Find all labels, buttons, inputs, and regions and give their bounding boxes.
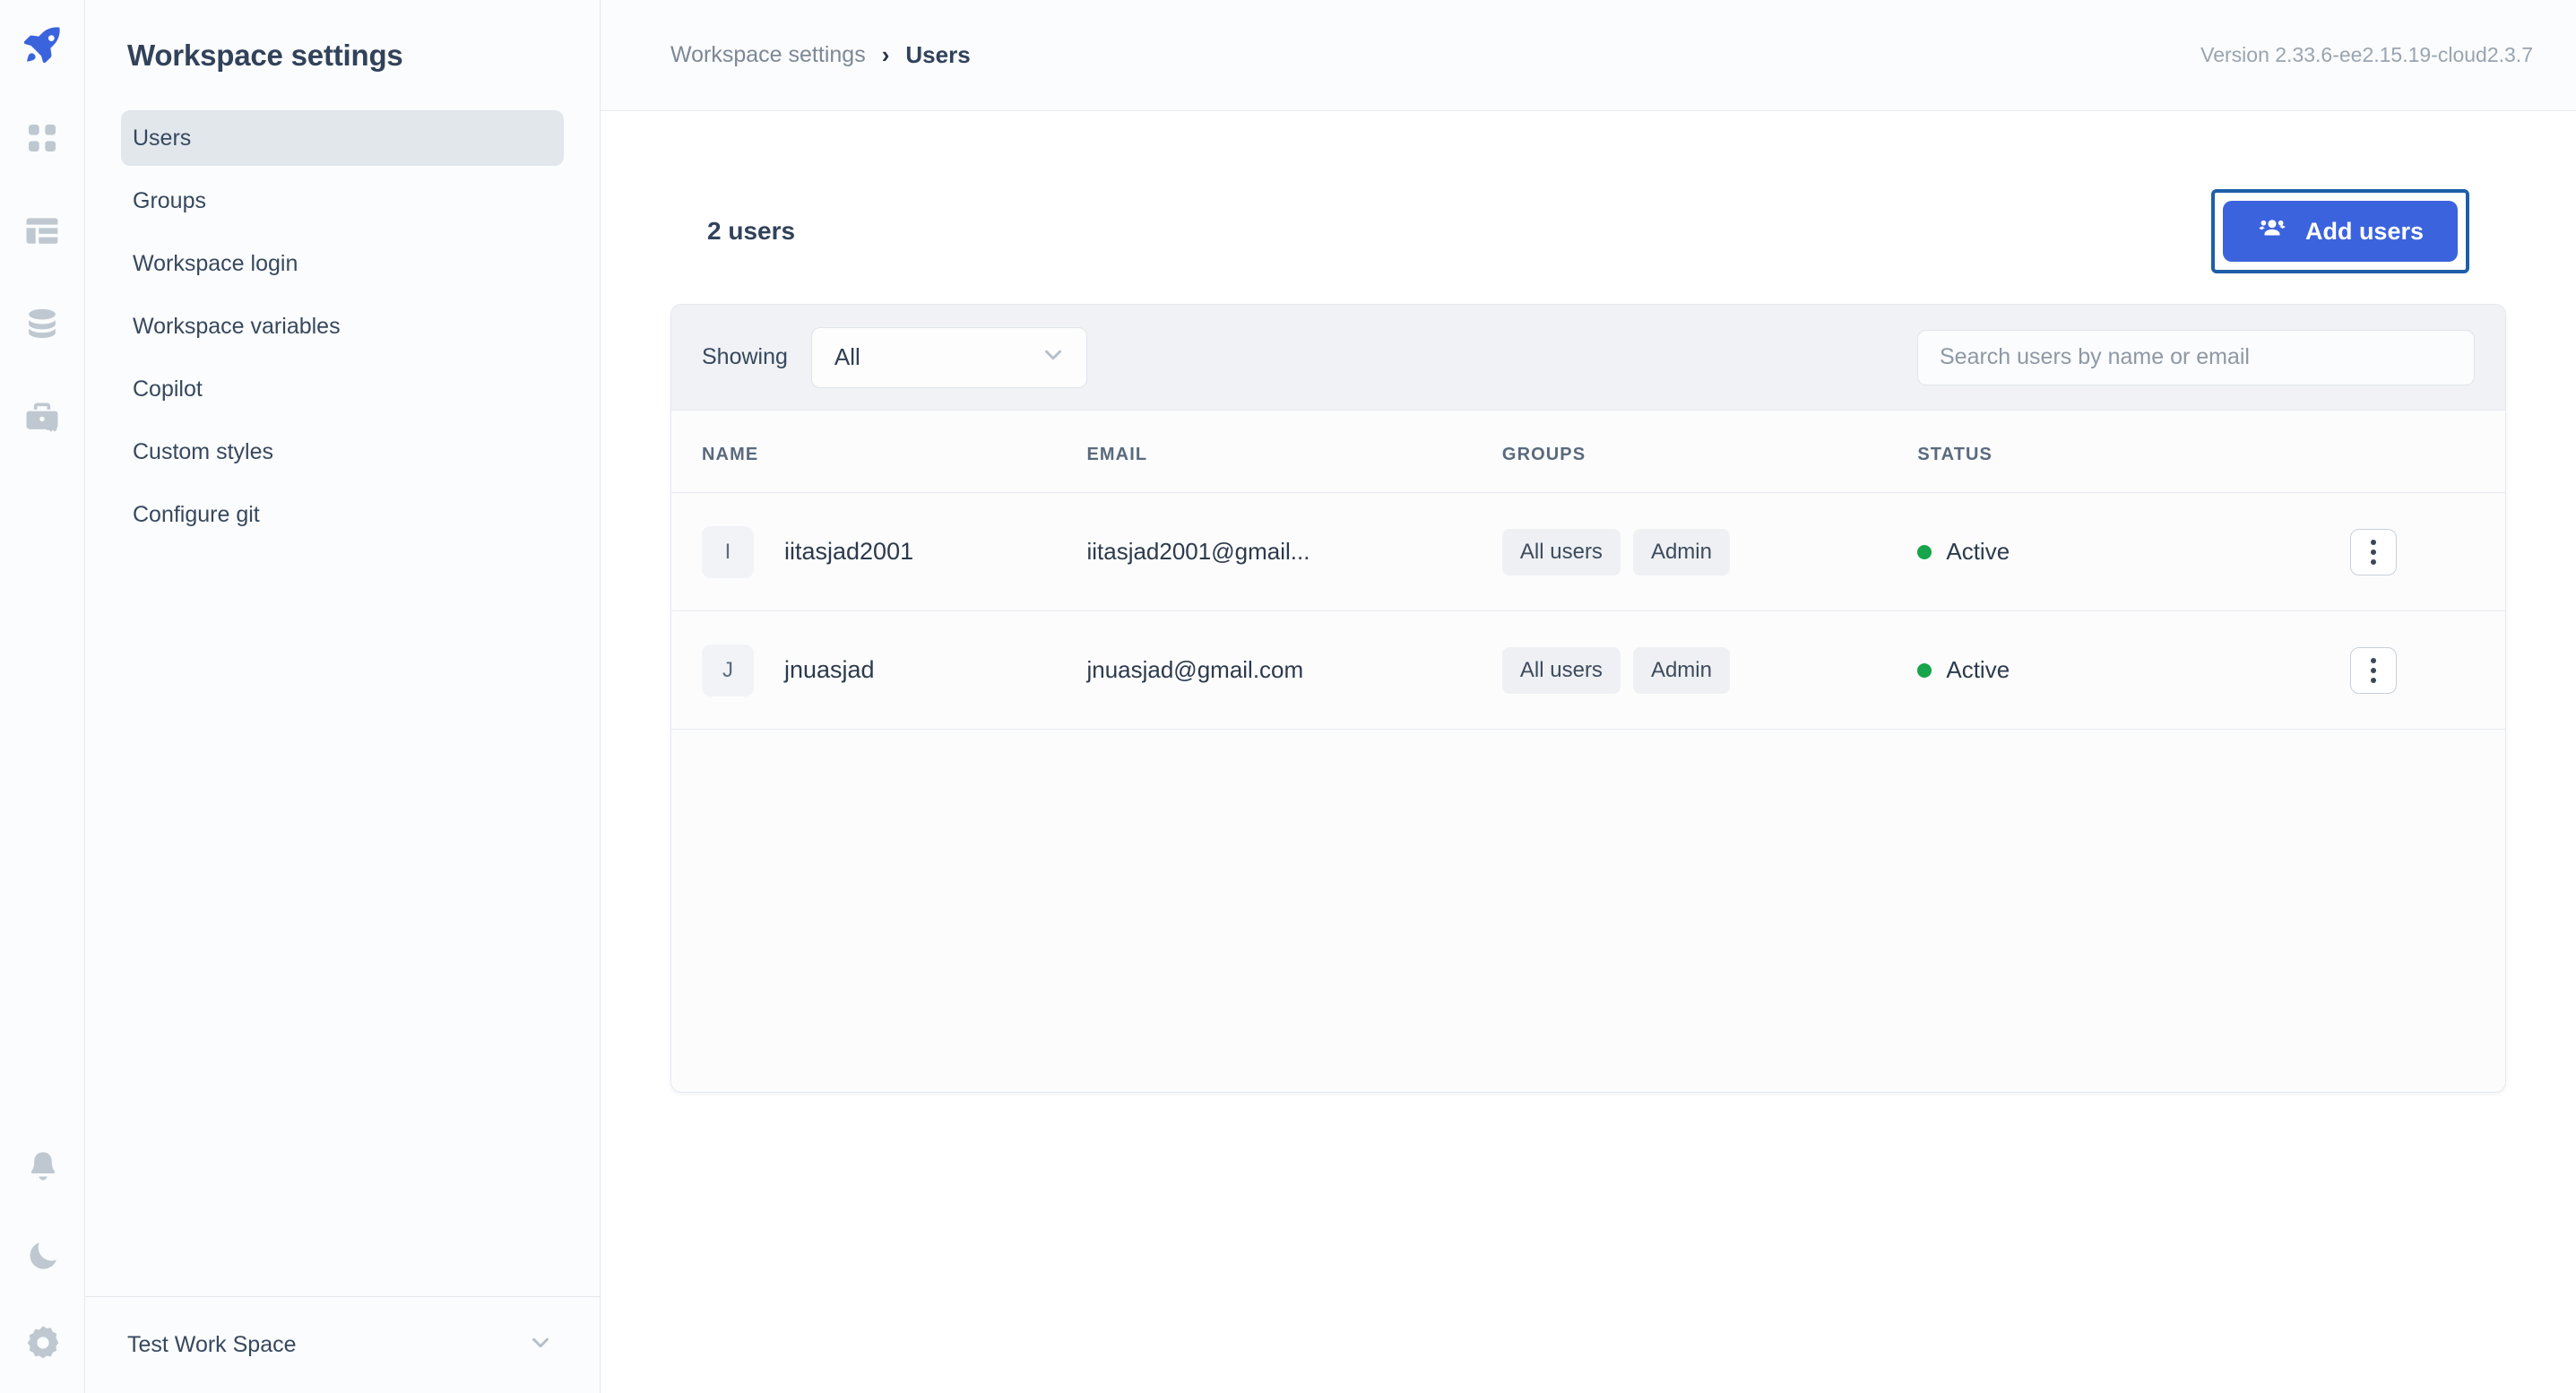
showing-filter-group: Showing All (702, 326, 1087, 388)
sidebar-item-label: Workspace login (133, 250, 298, 276)
sidebar-item-custom-styles[interactable]: Custom styles (121, 424, 564, 480)
group-chip: All users (1501, 528, 1621, 575)
app-icon-rail (0, 0, 85, 1393)
sidebar-title: Workspace settings (127, 39, 403, 72)
table-header-row: NAME EMAIL GROUPS STATUS (671, 411, 2505, 493)
dashboard-layout-icon[interactable] (19, 208, 65, 255)
add-users-focus-ring: Add users (2210, 189, 2469, 273)
app-root: Workspace settings Users Groups Workspac… (0, 0, 2576, 1393)
cell-email: jnuasjad@gmail.com (1086, 610, 1502, 730)
chevron-down-icon (527, 1329, 554, 1361)
chevron-down-icon (1040, 342, 1067, 373)
kebab-menu-icon[interactable] (2350, 528, 2398, 575)
top-bar: Workspace settings › Users Version 2.33.… (601, 0, 2576, 111)
group-chip: Admin (1632, 646, 1730, 694)
settings-sidebar: Workspace settings Users Groups Workspac… (85, 0, 601, 1393)
sidebar-item-label: Workspace variables (133, 313, 341, 339)
avatar: J (702, 644, 754, 696)
content-header: 2 users Add users (707, 111, 2469, 273)
version-label: Version 2.33.6-ee2.15.19-cloud2.3.7 (2200, 43, 2533, 66)
filter-bar: Showing All (671, 305, 2505, 411)
chevron-right-icon: › (881, 41, 890, 68)
sidebar-item-label: Users (133, 125, 192, 151)
column-header-email: EMAIL (1086, 445, 1148, 464)
showing-label: Showing (702, 344, 788, 369)
cell-name: I iitasjad2001 (671, 492, 1087, 611)
sidebar-item-groups[interactable]: Groups (121, 173, 564, 229)
users-table-body: I iitasjad2001 iitasjad2001@gmail... All… (671, 492, 2505, 730)
moon-icon[interactable] (20, 1232, 66, 1278)
avatar: I (702, 525, 754, 578)
users-table: NAME EMAIL GROUPS STATUS I iitasjad2001 … (671, 411, 2505, 730)
breadcrumb-current: Users (905, 41, 971, 68)
settings-nav: Users Groups Workspace login Workspace v… (85, 110, 600, 542)
sidebar-item-workspace-variables[interactable]: Workspace variables (121, 298, 564, 354)
toolkit-key-icon[interactable] (19, 394, 65, 441)
status-badge: Active (1917, 538, 2343, 566)
users-group-icon (2257, 213, 2287, 250)
group-chip: All users (1501, 646, 1621, 694)
column-header-status: STATUS (1917, 445, 1993, 464)
workspace-switcher[interactable]: Test Work Space (85, 1296, 601, 1393)
kebab-menu-icon[interactable] (2350, 646, 2398, 694)
sidebar-item-label: Custom styles (133, 438, 273, 464)
cell-groups: All users Admin (1501, 492, 1918, 611)
rocket-icon[interactable] (17, 20, 67, 70)
table-row[interactable]: I iitasjad2001 iitasjad2001@gmail... All… (671, 492, 2505, 611)
table-row[interactable]: J jnuasjad jnuasjad@gmail.com All users (671, 610, 2505, 730)
user-email: jnuasjad@gmail.com (1086, 656, 1304, 683)
status-dot-icon (1917, 662, 1932, 678)
add-users-label: Add users (2304, 217, 2424, 245)
status-label: Active (1946, 538, 2010, 565)
cell-actions (2343, 492, 2505, 611)
cell-status: Active (1917, 492, 2344, 611)
breadcrumb-root[interactable]: Workspace settings (670, 42, 866, 68)
add-users-button[interactable]: Add users (2222, 201, 2458, 262)
sidebar-item-copilot[interactable]: Copilot (121, 361, 564, 417)
cell-actions (2343, 610, 2505, 730)
sidebar-item-workspace-login[interactable]: Workspace login (121, 236, 564, 291)
table-row-spacer (671, 729, 2505, 730)
apps-grid-icon[interactable] (19, 115, 65, 161)
column-header-actions (2343, 411, 2505, 493)
column-header-name: NAME (702, 445, 759, 464)
breadcrumb: Workspace settings › Users (670, 41, 971, 69)
user-name: iitasjad2001 (784, 538, 914, 565)
search-input[interactable] (1917, 329, 2475, 385)
user-email: iitasjad2001@gmail... (1086, 538, 1310, 565)
sidebar-item-label: Groups (133, 187, 206, 213)
content-area: 2 users Add users Showing All Search use… (601, 111, 2576, 1093)
workspace-name: Test Work Space (127, 1332, 297, 1357)
sidebar-item-users[interactable]: Users (121, 110, 564, 166)
status-dot-icon (1917, 544, 1932, 559)
users-table-head: NAME EMAIL GROUPS STATUS (671, 411, 2505, 493)
cell-name: J jnuasjad (671, 610, 1087, 730)
cell-status: Active (1917, 610, 2344, 730)
bell-icon[interactable] (20, 1144, 66, 1190)
sidebar-item-configure-git[interactable]: Configure git (121, 487, 564, 542)
gear-icon[interactable] (20, 1319, 66, 1366)
showing-select-value: All (834, 343, 860, 370)
status-badge: Active (1917, 656, 2343, 684)
sidebar-item-label: Configure git (133, 501, 260, 527)
column-header-groups: GROUPS (1501, 445, 1586, 464)
database-icon[interactable] (19, 301, 65, 348)
users-count: 2 users (707, 217, 796, 245)
user-name: jnuasjad (784, 656, 875, 683)
users-card: Showing All NAME EMA (670, 304, 2506, 1093)
status-label: Active (1946, 656, 2010, 683)
cell-groups: All users Admin (1501, 610, 1918, 730)
sidebar-item-label: Copilot (133, 376, 203, 402)
main-panel: Workspace settings › Users Version 2.33.… (601, 0, 2576, 1393)
group-chip: Admin (1632, 528, 1730, 575)
cell-email: iitasjad2001@gmail... (1086, 492, 1502, 611)
showing-select[interactable]: All (810, 326, 1087, 388)
